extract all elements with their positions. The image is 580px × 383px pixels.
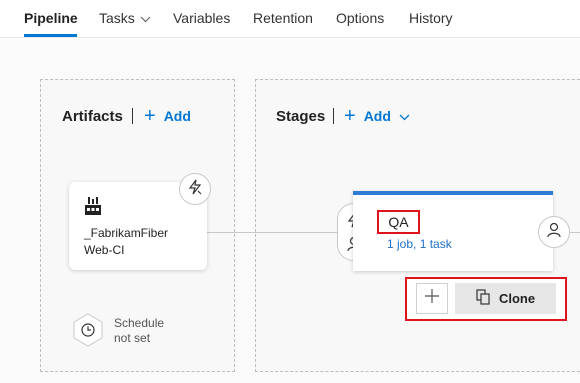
artifact-name: _FabrikamFiber Web-CI: [84, 225, 194, 259]
clone-stage-button[interactable]: Clone: [455, 283, 556, 314]
tab-label: History: [409, 10, 453, 26]
tab-label: Tasks: [99, 10, 135, 26]
stage-name[interactable]: QA: [377, 210, 420, 234]
tab-options[interactable]: Options: [336, 10, 384, 26]
schedule-label: Schedule not set: [114, 316, 184, 346]
add-label: Add: [363, 108, 391, 124]
plus-icon: +: [144, 105, 156, 127]
add-stage-button[interactable]: + Add: [344, 105, 410, 127]
connector-line: [207, 232, 337, 233]
active-tab-indicator: [24, 34, 77, 37]
add-artifact-button[interactable]: + Add: [144, 105, 191, 127]
tab-label: Options: [336, 10, 385, 26]
tab-label: Variables: [173, 10, 231, 26]
copy-icon: [476, 289, 499, 308]
tab-pipeline[interactable]: Pipeline: [24, 10, 78, 26]
stages-title: Stages: [276, 108, 326, 125]
post-deployment-approvals-button[interactable]: [538, 216, 570, 248]
tab-tasks[interactable]: Tasks: [99, 10, 151, 26]
stage-job-summary[interactable]: 1 job, 1 task: [387, 237, 452, 251]
tab-history[interactable]: History: [409, 10, 453, 26]
schedule-button[interactable]: [72, 313, 104, 347]
chevron-down-icon: [140, 10, 151, 26]
tab-label: Pipeline: [24, 10, 78, 26]
artifact-name-line: _FabrikamFiber: [84, 226, 169, 240]
tab-label: Retention: [253, 10, 313, 26]
add-label: Add: [163, 108, 191, 124]
artifact-name-line: Web-CI: [84, 243, 125, 257]
schedule-line: Schedule: [114, 316, 165, 330]
tab-variables[interactable]: Variables: [173, 10, 230, 26]
continuous-deployment-trigger-button[interactable]: [179, 173, 211, 205]
clone-label: Clone: [498, 291, 536, 306]
tab-retention[interactable]: Retention: [253, 10, 313, 26]
plus-icon: +: [344, 105, 356, 127]
build-icon: [84, 196, 102, 221]
title-separator: [333, 108, 334, 124]
add-stage-after-button[interactable]: [416, 283, 448, 314]
person-icon: [547, 222, 561, 243]
lightning-icon: [188, 179, 202, 200]
artifacts-title: Artifacts: [62, 108, 123, 125]
title-separator: [132, 108, 133, 124]
chevron-down-icon: [399, 108, 410, 124]
schedule-line: not set: [114, 331, 151, 345]
tab-bar: Pipeline Tasks Variables Retention Optio…: [0, 0, 580, 38]
plus-icon: [425, 289, 439, 308]
